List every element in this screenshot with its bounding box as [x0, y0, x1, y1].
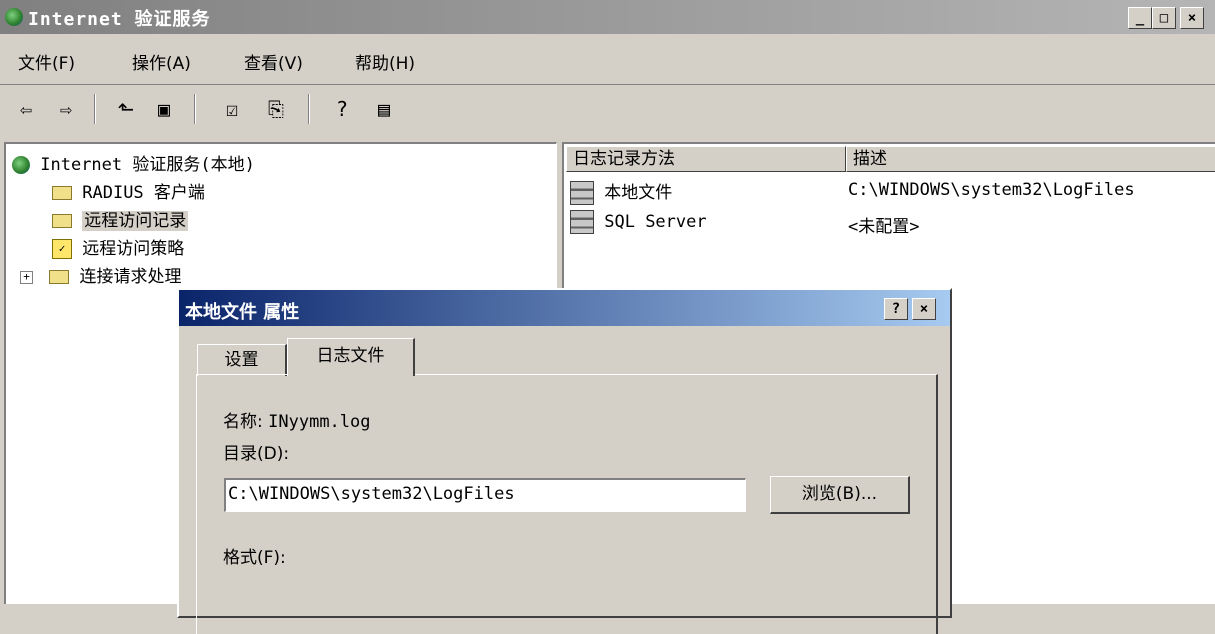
export-list-icon[interactable]: ⎘ [262, 95, 290, 123]
menu-bar: 文件(F) 操作(A) 查看(V) 帮助(H) [0, 38, 1215, 85]
tree-item-label: 连接请求处理 [79, 267, 182, 287]
ias-globe-icon [12, 156, 30, 174]
forward-arrow-icon[interactable]: ⇨ [52, 95, 80, 123]
row-name: SQL Server [604, 212, 707, 232]
menu-action[interactable]: 操作(A) [132, 49, 191, 74]
dialog-title-bar: 本地文件 属性 ? × [179, 290, 950, 326]
ias-app-icon [5, 8, 23, 26]
dialog-title: 本地文件 属性 [185, 302, 300, 323]
window-title: Internet 验证服务 [28, 9, 211, 30]
tree-item-label: RADIUS 客户端 [82, 183, 205, 203]
close-button[interactable]: × [1180, 7, 1204, 29]
show-hide-tree-icon[interactable]: ▣ [150, 95, 178, 123]
log-name-row: 名称: INyymm.log [223, 407, 371, 432]
minimize-button[interactable]: _ [1128, 7, 1152, 29]
tree-item-radius-clients[interactable]: RADIUS 客户端 [52, 178, 205, 203]
tree-item-remote-access-logging[interactable]: 远程访问记录 [52, 206, 189, 231]
menu-help[interactable]: 帮助(H) [355, 49, 415, 74]
sql-server-icon [570, 210, 594, 234]
tree-root[interactable]: Internet 验证服务(本地) [12, 150, 255, 175]
properties-icon[interactable]: ☑ [218, 95, 246, 123]
dialog-help-button[interactable]: ? [884, 298, 908, 320]
back-arrow-icon[interactable]: ⇦ [12, 95, 40, 123]
title-bar: Internet 验证服务 _ □ × [0, 0, 1215, 34]
folder-icon [52, 186, 72, 200]
tree-root-label: Internet 验证服务(本地) [40, 155, 255, 175]
name-label: 名称: [223, 412, 263, 432]
folder-icon [49, 270, 70, 284]
help-icon[interactable]: ? [328, 95, 356, 123]
properties-dialog: 本地文件 属性 ? × 设置 日志文件 名称: INyymm.log 目录(D)… [177, 288, 952, 634]
menu-view[interactable]: 查看(V) [244, 49, 303, 74]
column-header-description[interactable]: 描述 [846, 146, 1215, 172]
tab-log-file[interactable]: 日志文件 [287, 338, 415, 376]
toolbar-separator [194, 94, 196, 124]
tree-item-connection-request[interactable]: + 连接请求处理 [20, 262, 182, 287]
column-header-log-method[interactable]: 日志记录方法 [566, 146, 846, 172]
policy-icon: ✓ [52, 239, 72, 259]
name-value: INyymm.log [268, 412, 371, 432]
toolbar-separator [308, 94, 310, 124]
row-name: 本地文件 [604, 183, 673, 203]
browse-button[interactable]: 浏览(B)... [770, 476, 910, 514]
list-row[interactable]: 本地文件 C:\WINDOWS\system32\LogFiles [570, 178, 1215, 205]
row-description: <未配置> [848, 217, 920, 237]
format-label: 格式(F): [223, 548, 286, 568]
toolbar-separator [94, 94, 96, 124]
show-hide-action-pane-icon[interactable]: ▤ [370, 95, 398, 123]
log-file-icon [570, 181, 594, 205]
up-one-level-icon[interactable]: ⬑ [112, 95, 140, 123]
tree-item-label: 远程访问记录 [82, 211, 189, 231]
row-description: C:\WINDOWS\system32\LogFiles [848, 180, 1135, 200]
list-row[interactable]: SQL Server <未配置> [570, 210, 1215, 237]
open-folder-icon [52, 214, 72, 228]
directory-field[interactable]: C:\WINDOWS\system32\LogFiles [224, 478, 746, 512]
tab-settings[interactable]: 设置 [197, 344, 287, 376]
dialog-close-button[interactable]: × [912, 298, 936, 320]
directory-label: 目录(D): [223, 444, 290, 464]
maximize-button[interactable]: □ [1152, 7, 1176, 29]
toolbar: ⇦ ⇨ ⬑ ▣ ☑ ⎘ ? ▤ [0, 86, 1215, 132]
tree-item-label: 远程访问策略 [82, 239, 185, 259]
menu-file[interactable]: 文件(F) [18, 49, 75, 74]
tree-item-remote-access-policies[interactable]: ✓ 远程访问策略 [52, 234, 184, 259]
expand-plus-icon[interactable]: + [20, 270, 33, 284]
